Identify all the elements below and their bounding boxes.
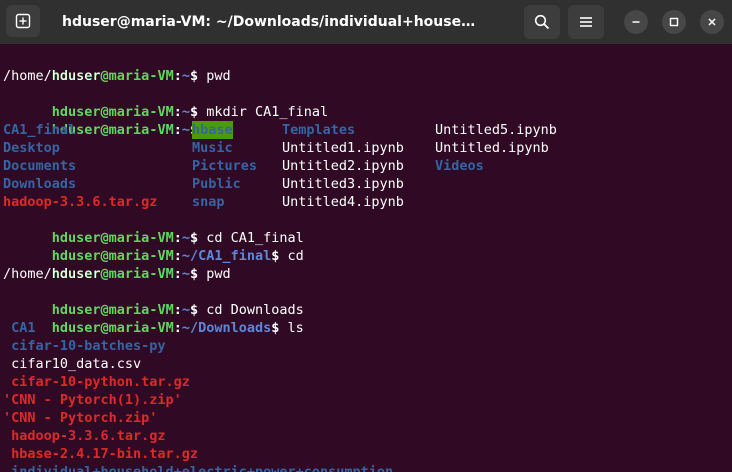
list-item: CA1 [3,320,36,336]
list-item: hbase [192,121,233,139]
prompt-line: hduser@maria-VM:~/CA1_final$ cd [51,248,304,264]
list-item: snap [192,194,225,210]
output-line: /home/hduser [3,68,101,84]
list-item: Untitled5.ipynb [435,122,557,138]
command-text: cd [279,248,304,264]
window-title: hduser@maria-VM: ~/Downloads/individual+… [62,14,482,30]
new-tab-icon [15,13,31,29]
output-line: /home/hduser [3,266,101,282]
minimize-button[interactable] [624,10,648,34]
command-text: ls [279,320,304,336]
command-text: pwd [198,266,231,282]
terminal-output[interactable]: hduser@maria-VM:~$ pwd /home/hduser hdus… [0,44,732,472]
prompt-path: ~ [181,266,190,282]
list-item: hadoop-3.3.6.tar.gz [3,428,166,444]
list-item: Templates [282,122,356,138]
search-button[interactable] [524,5,560,39]
prompt-user: hduser@maria-VM [51,320,174,336]
list-item: Untitled3.ipynb [282,176,404,192]
title-bar: hduser@maria-VM: ~/Downloads/individual+… [0,0,732,44]
prompt-path: ~/Downloads [181,320,272,336]
close-button[interactable] [700,10,724,34]
list-item: individual+household+electric+power+cons… [3,464,394,472]
prompt-path: ~ [181,122,190,138]
terminal-window: hduser@maria-VM: ~/Downloads/individual+… [0,0,732,472]
list-item: hadoop-3.3.6.tar.gz [3,194,158,210]
prompt-path: ~ [181,68,190,84]
list-item: Pictures [192,158,258,174]
prompt-line: hduser@maria-VM:~$ cd Downloads [51,302,304,318]
list-item: 'CNN - Pytorch.zip' [3,410,158,426]
list-item: cifar10_data.csv [3,356,142,372]
prompt-line: hduser@maria-VM:~$ pwd [51,266,231,282]
maximize-icon [669,17,679,27]
list-item: cifar-10-batches-py [3,338,166,354]
list-item: Untitled1.ipynb [282,140,404,156]
list-item: Downloads [3,176,77,192]
prompt-line: hduser@maria-VM:~$ pwd [51,68,231,84]
list-item: cifar-10-python.tar.gz [3,374,190,390]
list-item: hbase-2.4.17-bin.tar.gz [3,446,199,462]
list-item: Public [192,176,241,192]
minimize-icon [632,21,640,23]
list-item: Untitled2.ipynb [282,158,404,174]
list-item: Videos [435,158,484,174]
search-icon [534,14,550,30]
list-item: Desktop [3,140,60,156]
maximize-button[interactable] [662,10,686,34]
menu-button[interactable] [568,5,604,39]
prompt-line: hduser@maria-VM:~/Downloads$ ls [51,320,304,336]
close-icon [708,18,716,26]
list-item: Untitled.ipynb [435,140,549,156]
new-tab-button[interactable] [6,5,40,37]
list-item: Untitled4.ipynb [282,194,404,210]
list-item: Music [192,140,233,156]
prompt-line: hduser@maria-VM:~$ cd CA1_final [51,230,304,246]
prompt-line: hduser@maria-VM:~$ mkdir CA1_final [51,104,329,120]
list-item: CA1_final [3,122,77,138]
prompt-line: hduser@maria-VM:~$ ls [3,103,223,138]
list-item: Documents [3,158,77,174]
command-text: pwd [198,68,231,84]
list-item: 'CNN - Pytorch(1).zip' [3,392,182,408]
hamburger-menu-icon [580,17,592,27]
